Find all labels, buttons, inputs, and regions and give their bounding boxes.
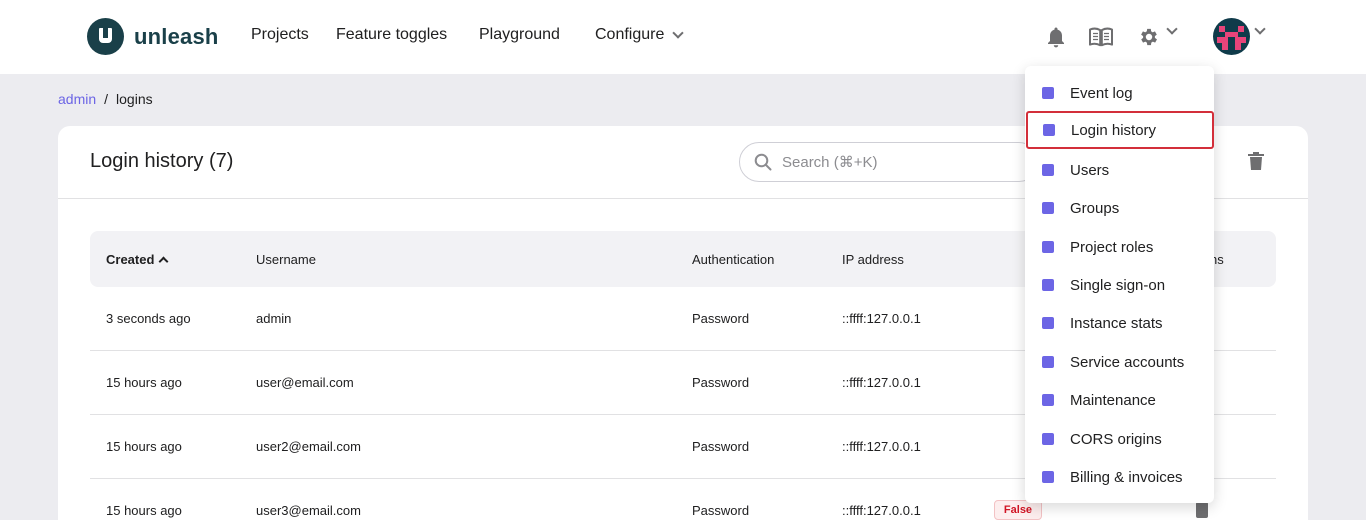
cell-username: user2@email.com: [256, 439, 361, 454]
menu-item-project-roles[interactable]: Project roles: [1025, 228, 1214, 266]
menu-item-users[interactable]: Users: [1025, 151, 1214, 189]
breadcrumb: admin / logins: [58, 91, 153, 107]
row-delete-trash-icon[interactable]: [1196, 502, 1208, 518]
menu-item-square-icon: [1042, 87, 1054, 99]
menu-item-square-icon: [1042, 356, 1054, 368]
menu-item-groups[interactable]: Groups: [1025, 189, 1214, 227]
cell-created: 3 seconds ago: [106, 311, 191, 326]
column-header-created-label: Created: [106, 252, 155, 267]
column-header-authentication[interactable]: Authentication: [692, 252, 774, 267]
nav-configure-label: Configure: [595, 26, 665, 43]
cell-ip-address: ::ffff:127.0.0.1: [842, 311, 921, 326]
menu-item-label: Service accounts: [1070, 353, 1185, 371]
nav-projects[interactable]: Projects: [251, 26, 309, 44]
nav-configure[interactable]: Configure: [595, 26, 685, 44]
breadcrumb-current: logins: [116, 91, 153, 107]
cell-created: 15 hours ago: [106, 503, 182, 518]
brand-name: unleash: [134, 23, 219, 49]
gear-icon[interactable]: [1138, 26, 1160, 48]
menu-item-maintenance[interactable]: Maintenance: [1025, 381, 1214, 419]
nav-playground[interactable]: Playground: [479, 26, 560, 44]
menu-item-label: Login history: [1071, 121, 1157, 139]
column-header-created[interactable]: Created: [106, 252, 169, 267]
menu-item-label: CORS origins: [1070, 430, 1162, 448]
cell-ip-address: ::ffff:127.0.0.1: [842, 375, 921, 390]
cell-username: user3@email.com: [256, 503, 361, 518]
menu-item-label: Project roles: [1070, 238, 1154, 256]
menu-item-square-icon: [1042, 317, 1054, 329]
menu-item-square-icon: [1042, 241, 1054, 253]
menu-item-square-icon: [1042, 202, 1054, 214]
menu-item-square-icon: [1042, 433, 1054, 445]
menu-item-label: Maintenance: [1070, 391, 1156, 409]
menu-item-single-sign-on[interactable]: Single sign-on: [1025, 266, 1214, 304]
menu-item-login-history[interactable]: Login history: [1026, 111, 1214, 149]
configure-dropdown-menu: Event log Login history Users Groups Pro…: [1025, 66, 1214, 503]
cell-created: 15 hours ago: [106, 375, 182, 390]
breadcrumb-admin-link[interactable]: admin: [58, 91, 96, 107]
menu-item-label: Billing & invoices: [1070, 468, 1183, 486]
search-icon: [754, 153, 772, 171]
avatar[interactable]: [1213, 18, 1250, 55]
cell-ip-address: ::ffff:127.0.0.1: [842, 503, 921, 518]
menu-item-label: Groups: [1070, 199, 1120, 217]
menu-item-cors-origins[interactable]: CORS origins: [1025, 420, 1214, 458]
menu-item-square-icon: [1042, 279, 1054, 291]
unleash-logo[interactable]: unleash: [87, 18, 219, 55]
menu-item-instance-stats[interactable]: Instance stats: [1025, 304, 1214, 342]
settings-chevron-down-icon[interactable]: [1166, 23, 1178, 35]
menu-item-service-accounts[interactable]: Service accounts: [1025, 343, 1214, 381]
cell-authentication: Password: [692, 375, 750, 390]
breadcrumb-separator: /: [104, 91, 109, 107]
delete-all-trash-icon[interactable]: [1248, 152, 1264, 170]
unleash-logo-icon: [87, 18, 124, 55]
menu-item-square-icon: [1042, 471, 1054, 483]
chevron-down-icon: [672, 27, 685, 39]
bell-icon[interactable]: [1046, 26, 1066, 48]
menu-item-label: Event log: [1070, 84, 1133, 102]
status-badge-false: False: [994, 500, 1042, 520]
cell-username: admin: [256, 311, 292, 326]
account-chevron-down-icon[interactable]: [1254, 23, 1266, 35]
cell-authentication: Password: [692, 311, 750, 326]
column-header-username[interactable]: Username: [256, 252, 316, 267]
avatar-pattern-icon: [1217, 26, 1246, 50]
book-icon[interactable]: [1089, 27, 1113, 47]
cell-authentication: Password: [692, 503, 750, 518]
menu-item-label: Single sign-on: [1070, 276, 1166, 294]
cell-authentication: Password: [692, 439, 750, 454]
menu-item-square-icon: [1042, 164, 1054, 176]
menu-item-square-icon: [1042, 394, 1054, 406]
menu-item-event-log[interactable]: Event log: [1025, 74, 1214, 112]
top-navigation-bar: unleash Projects Feature toggles Playgro…: [0, 0, 1366, 74]
column-header-ip-address[interactable]: IP address: [842, 252, 904, 267]
page-title: Login history (7): [90, 150, 234, 172]
menu-item-label: Instance stats: [1070, 314, 1163, 332]
sort-ascending-icon: [158, 256, 169, 267]
nav-feature-toggles[interactable]: Feature toggles: [336, 26, 447, 44]
search-placeholder: Search (⌘+K): [782, 154, 878, 171]
cell-ip-address: ::ffff:127.0.0.1: [842, 439, 921, 454]
cell-created: 15 hours ago: [106, 439, 182, 454]
cell-username: user@email.com: [256, 375, 354, 390]
menu-item-square-icon: [1043, 124, 1055, 136]
search-input[interactable]: Search (⌘+K): [739, 142, 1039, 182]
menu-item-label: Users: [1070, 161, 1110, 179]
menu-item-billing-invoices[interactable]: Billing & invoices: [1025, 458, 1214, 496]
